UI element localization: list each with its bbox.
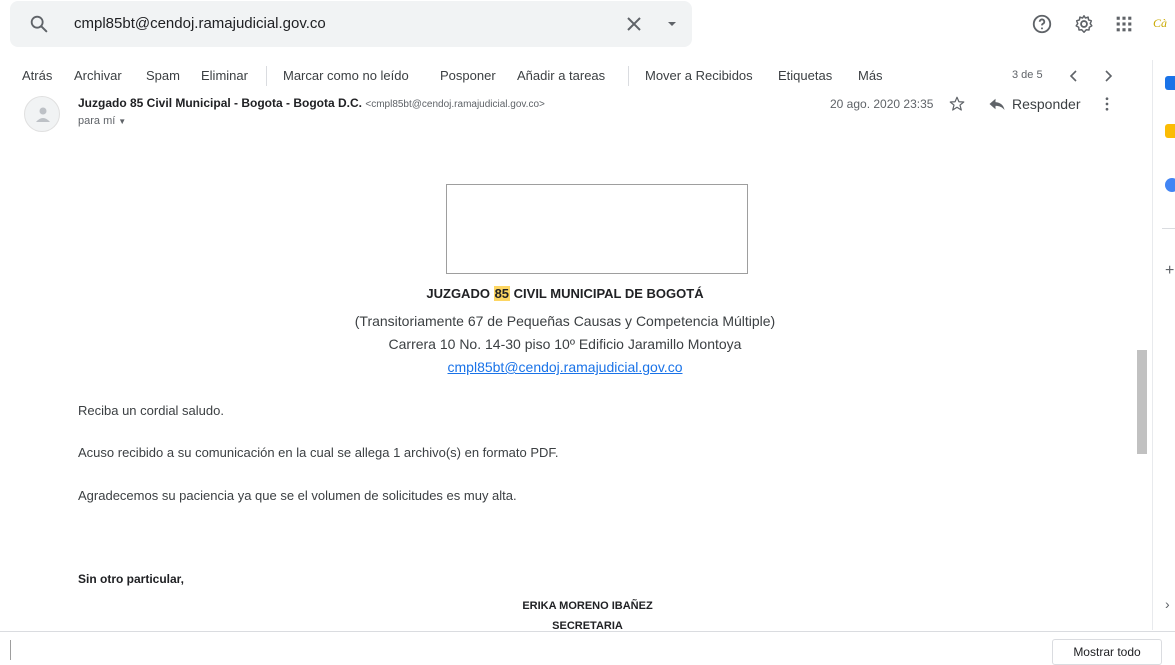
search-highlight: 85 <box>493 286 511 301</box>
sender-info: Juzgado 85 Civil Municipal - Bogota - Bo… <box>78 96 545 110</box>
ack-text: Acuso recibido a su comunicación en la c… <box>78 445 559 460</box>
reply-icon[interactable] <box>988 96 1006 112</box>
pager-count: 3 de 5 <box>1012 69 1043 81</box>
top-bar: cmpl85bt@cendoj.ramajudicial.gov.co Cà <box>0 0 1175 50</box>
snooze-button[interactable]: Posponer <box>440 68 496 83</box>
bar-divider <box>10 640 11 660</box>
toolbar-divider <box>266 66 267 86</box>
caret-down-icon: ▼ <box>118 117 127 126</box>
court-title-suffix: CIVIL MUNICIPAL DE BOGOTÁ <box>510 286 704 301</box>
add-addon-icon[interactable]: + <box>1165 262 1174 280</box>
help-icon[interactable] <box>1031 13 1053 35</box>
person-icon <box>36 107 50 122</box>
search-options-icon[interactable] <box>660 12 684 36</box>
closing-text: Sin otro particular, <box>78 572 185 586</box>
close-icon[interactable] <box>622 12 646 36</box>
mark-unread-button[interactable]: Marcar como no leído <box>283 68 409 83</box>
signer-name: ERIKA MORENO IBAÑEZ <box>522 600 653 612</box>
chevron-right-icon[interactable]: › <box>1165 596 1170 612</box>
court-email-link[interactable]: cmpl85bt@cendoj.ramajudicial.gov.co <box>448 359 683 375</box>
search-input[interactable]: cmpl85bt@cendoj.ramajudicial.gov.co <box>74 15 326 32</box>
recipient-label: para mí <box>78 115 116 127</box>
sender-address: <cmpl85bt@cendoj.ramajudicial.gov.co> <box>365 99 545 110</box>
gear-icon[interactable] <box>1073 13 1095 35</box>
apps-grid-icon[interactable] <box>1113 13 1135 35</box>
side-panel-separator <box>1162 228 1175 229</box>
calendar-icon[interactable] <box>1165 76 1175 90</box>
email-date: 20 ago. 2020 23:35 <box>830 97 934 111</box>
court-email: cmpl85bt@cendoj.ramajudicial.gov.co <box>0 359 1130 375</box>
thanks-text: Agradecemos su paciencia ya que se el vo… <box>78 488 517 503</box>
add-to-tasks-button[interactable]: Añadir a tareas <box>517 68 605 83</box>
reply-button[interactable]: Responder <box>1012 96 1081 112</box>
more-vert-icon[interactable] <box>1098 95 1116 113</box>
greeting-text: Reciba un cordial saludo. <box>78 403 224 418</box>
avatar[interactable] <box>24 96 60 132</box>
court-subtitle: (Transitoriamente 67 de Pequeñas Causas … <box>354 313 776 329</box>
court-title-prefix: JUZGADO <box>426 286 494 301</box>
more-button[interactable]: Más <box>858 68 883 83</box>
recipient-toggle[interactable]: para mí ▼ <box>78 115 126 127</box>
sender-name[interactable]: Juzgado 85 Civil Municipal - Bogota - Bo… <box>78 96 362 110</box>
star-icon[interactable] <box>948 95 966 113</box>
delete-button[interactable]: Eliminar <box>201 68 248 83</box>
logo-image-placeholder <box>446 184 748 274</box>
court-title: JUZGADO 85 CIVIL MUNICIPAL DE BOGOTÁ <box>0 286 1130 301</box>
chevron-right-icon[interactable] <box>1098 66 1118 86</box>
toolbar-divider <box>628 66 629 86</box>
court-address: Carrera 10 No. 14-30 piso 10º Edificio J… <box>388 336 742 352</box>
email-toolbar: Atrás Archivar Spam Eliminar Marcar como… <box>0 60 1130 92</box>
show-all-button[interactable]: Mostrar todo <box>1052 639 1162 665</box>
brand-logo[interactable]: Cà <box>1153 16 1167 31</box>
tasks-icon[interactable] <box>1165 178 1175 192</box>
archive-button[interactable]: Archivar <box>74 68 122 83</box>
keep-icon[interactable] <box>1165 124 1175 138</box>
scrollbar-thumb[interactable] <box>1137 350 1147 454</box>
side-panel-divider <box>1152 60 1153 630</box>
back-button[interactable]: Atrás <box>22 68 52 83</box>
search-bar[interactable]: cmpl85bt@cendoj.ramajudicial.gov.co <box>10 1 692 47</box>
move-to-inbox-button[interactable]: Mover a Recibidos <box>645 68 753 83</box>
spam-button[interactable]: Spam <box>146 68 180 83</box>
download-bar: Mostrar todo <box>0 631 1175 665</box>
labels-button[interactable]: Etiquetas <box>778 68 832 83</box>
chevron-left-icon[interactable] <box>1064 66 1084 86</box>
search-icon[interactable] <box>28 13 50 35</box>
